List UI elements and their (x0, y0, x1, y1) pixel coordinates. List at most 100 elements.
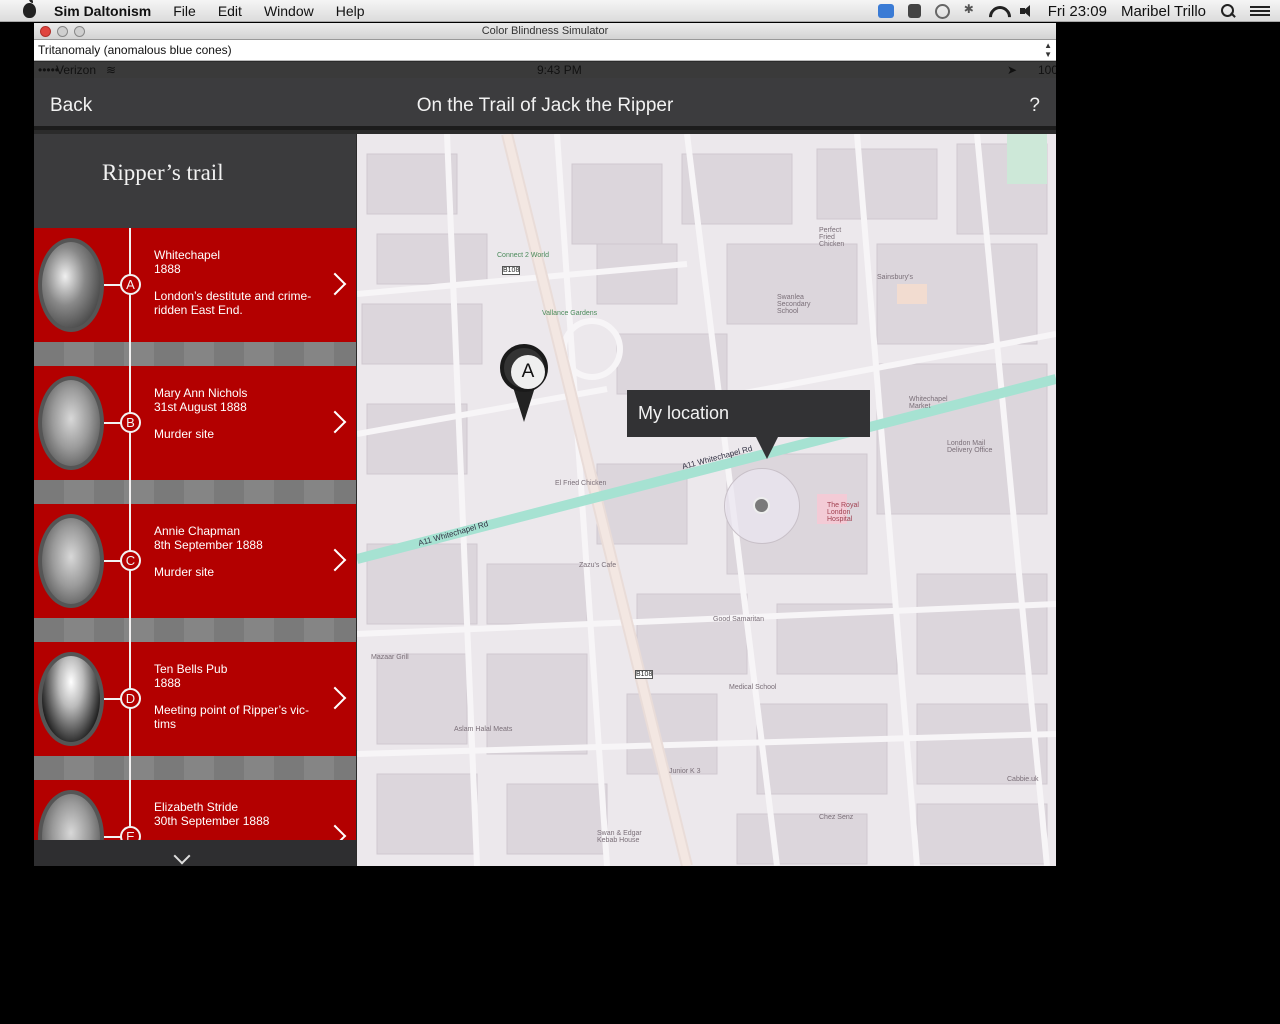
poi-label: Cabbie.uk (1007, 776, 1039, 783)
wifi-status-icon: ≋ (106, 63, 117, 77)
nav-bar: Back On the Trail of Jack the Ripper ? (34, 78, 1056, 130)
poi-label: Sainsbury's (877, 274, 913, 281)
sidebar-header: Ripper’s trail (34, 134, 356, 228)
road-shield: B108 (502, 266, 521, 275)
map-pin-head: A (500, 344, 548, 392)
trail-item-desc: Meeting point of Ripper’s vic-tims (154, 703, 309, 731)
bluetooth-icon[interactable] (964, 2, 974, 18)
annie-chapman-photo (38, 514, 104, 608)
poi-label: Chez Senz (819, 814, 854, 821)
timeline-node-d: D (120, 688, 141, 709)
window-title: Color Blindness Simulator (481, 25, 609, 37)
location-arrow-icon: ➤ (1007, 63, 1018, 77)
window-titlebar[interactable]: Color Blindness Simulator (34, 23, 1056, 40)
poi-label: Swanlea Secondary School (777, 294, 811, 315)
poi-label: Perfect Fried Chicken (819, 227, 845, 248)
evernote-icon[interactable] (907, 4, 921, 18)
dropbox-icon[interactable] (877, 4, 894, 18)
map-strip (34, 342, 356, 366)
chevron-down-icon[interactable] (172, 854, 192, 866)
whitechapel-photo (38, 238, 104, 332)
timeline-node-c: C (120, 550, 141, 571)
map-pin-a[interactable]: A (500, 344, 548, 422)
map-strip (34, 618, 356, 642)
poi-label: Swan & Edgar Kebab House (597, 830, 642, 844)
trail-item-desc: Murder site (154, 565, 215, 579)
sidebar-title: Ripper’s trail (102, 160, 224, 185)
current-location-dot[interactable] (753, 497, 770, 514)
poi-label: Medical School (729, 684, 777, 691)
status-time: 9:43 PM (537, 63, 582, 77)
simulation-mode-value: Tritanomaly (anomalous blue cones) (38, 43, 232, 57)
timeline-node-a: A (120, 274, 141, 295)
trail-item-text: Whitechapel 1888 London’s destitute and … (154, 248, 314, 317)
map-canvas (357, 134, 1056, 866)
ios-status-bar: ••••• Verizon ≋ 9:43 PM ➤ 100 (34, 62, 1056, 78)
map-view[interactable]: A11 Whitechapel Rd A11 Whitechapel Rd B1… (357, 134, 1056, 866)
poi-label: Good Samaritan (713, 616, 764, 623)
trail-item-a[interactable]: A Whitechapel 1888 London’s destitute an… (34, 228, 356, 342)
trail-item-b[interactable]: B Mary Ann Nichols 31st August 1888 Murd… (34, 366, 356, 480)
battery-level: 100 (1038, 63, 1056, 77)
carrier-label: Verizon (56, 63, 97, 77)
spotlight-icon[interactable] (1220, 4, 1236, 18)
sidebar-footer (34, 840, 356, 866)
trail-item-name: Whitechapel (154, 248, 221, 262)
menu-help[interactable]: Help (336, 3, 365, 19)
trail-item-date: 30th September 1888 (154, 814, 270, 828)
timeline-node-b: B (120, 412, 141, 433)
apple-menu-icon[interactable] (18, 0, 40, 22)
map-strip (34, 756, 356, 780)
poi-label: Junior K 3 (669, 768, 701, 775)
poi-label: Connect 2 World (497, 252, 550, 259)
trail-item-text: Annie Chapman 8th September 1888 Murder … (154, 524, 314, 579)
app-menu[interactable]: Sim Daltonism (54, 3, 151, 19)
zoom-button[interactable] (74, 26, 85, 37)
poi-label: Mazaar Grill (371, 654, 409, 661)
trail-item-name: Elizabeth Stride (154, 800, 239, 814)
wifi-icon[interactable] (988, 4, 1004, 18)
menu-edit[interactable]: Edit (218, 3, 242, 19)
trail-item-text: Elizabeth Stride 30th September 1888 (154, 800, 314, 828)
mary-ann-nichols-photo (38, 376, 104, 470)
user-menu[interactable]: Maribel Trillo (1121, 3, 1206, 20)
poi-label: London Mail Delivery Office (947, 440, 993, 454)
trail-item-desc: Murder site (154, 427, 215, 441)
road-shield: B108 (635, 670, 654, 679)
help-button[interactable]: ? (1029, 95, 1040, 117)
menu-bar: Sim Daltonism File Edit Window Help Fri … (0, 0, 1280, 22)
minimize-button[interactable] (57, 26, 68, 37)
time-machine-icon[interactable] (934, 3, 950, 19)
menu-file[interactable]: File (173, 3, 196, 19)
my-location-callout[interactable]: My location (627, 390, 870, 459)
ten-bells-pub-photo (38, 652, 104, 746)
timeline-line (129, 342, 131, 366)
select-arrows-icon: ▲ ▼ (1044, 41, 1052, 59)
trail-item-c[interactable]: C Annie Chapman 8th September 1888 Murde… (34, 504, 356, 618)
chevron-right-icon[interactable] (331, 272, 345, 296)
chevron-right-icon[interactable] (331, 410, 345, 434)
trail-item-text: Ten Bells Pub 1888 Meeting point of Ripp… (154, 662, 314, 731)
trail-item-text: Mary Ann Nichols 31st August 1888 Murder… (154, 386, 314, 441)
menu-clock[interactable]: Fri 23:09 (1048, 3, 1107, 20)
poi-label: Whitechapel Market (909, 396, 948, 410)
menu-window[interactable]: Window (264, 3, 314, 19)
trail-item-d[interactable]: D Ten Bells Pub 1888 Meeting point of Ri… (34, 642, 356, 756)
simulation-mode-select[interactable]: Tritanomaly (anomalous blue cones) ▲ ▼ (34, 40, 1056, 61)
ipad-screen: ••••• Verizon ≋ 9:43 PM ➤ 100 Back On th… (34, 62, 1056, 866)
poi-label: Vallance Gardens (542, 310, 598, 317)
trail-item-date: 8th September 1888 (154, 538, 263, 552)
notification-center-icon[interactable] (1250, 4, 1270, 18)
poi-label: The Royal London Hospital (827, 502, 859, 523)
map-strip (34, 480, 356, 504)
map-pin-label: A (511, 355, 545, 389)
timeline-line (129, 480, 131, 504)
trail-item-name: Ten Bells Pub (154, 662, 228, 676)
trail-sidebar: Ripper’s trail A Whitechapel 1888 London… (34, 134, 356, 866)
chevron-right-icon[interactable] (331, 686, 345, 710)
volume-icon[interactable] (1018, 4, 1034, 18)
close-button[interactable] (40, 26, 51, 37)
poi-label: El Fried Chicken (555, 480, 607, 487)
chevron-right-icon[interactable] (331, 548, 345, 572)
page-title: On the Trail of Jack the Ripper (416, 95, 674, 116)
